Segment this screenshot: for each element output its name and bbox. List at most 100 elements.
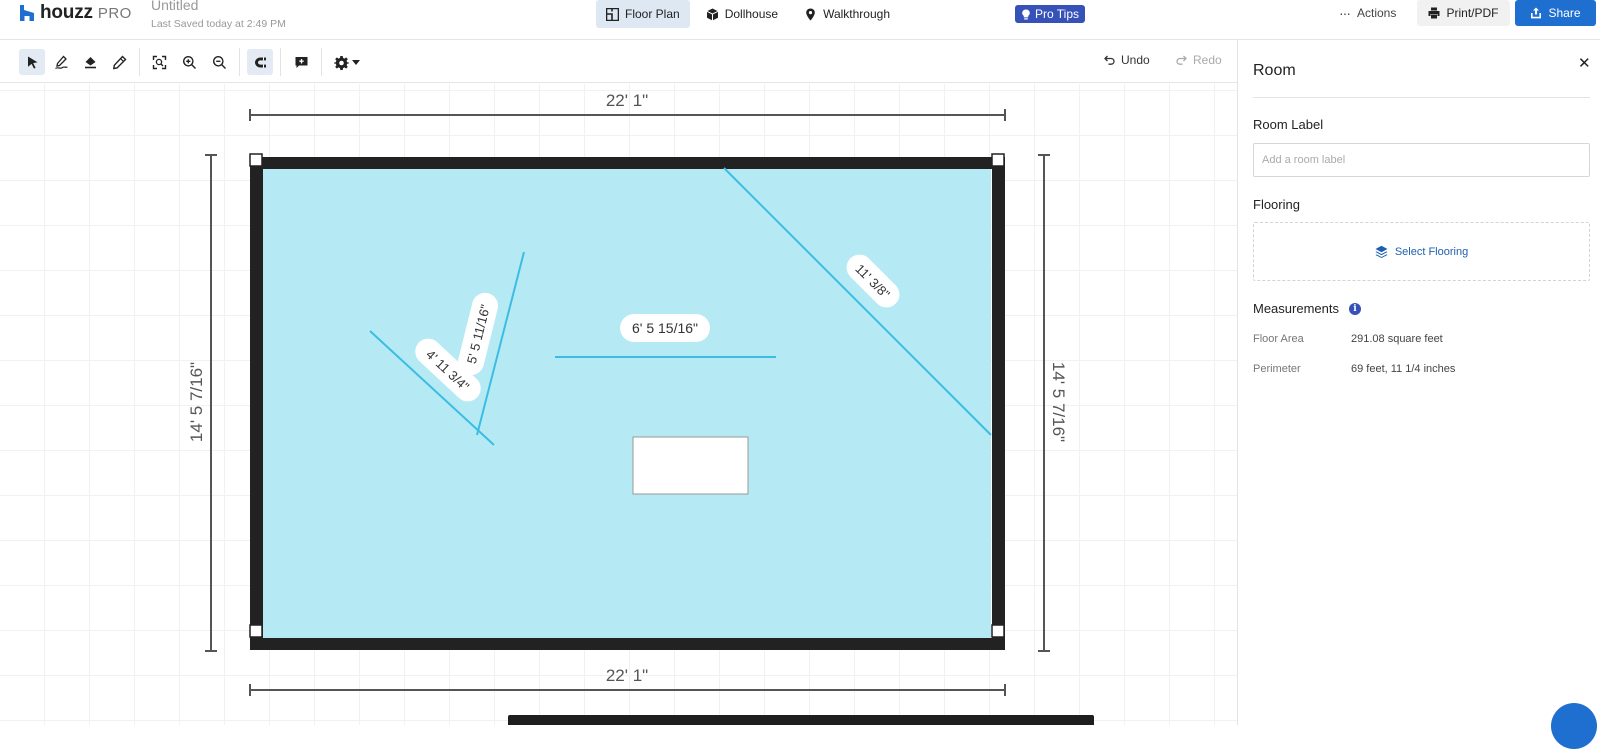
print-pdf-label: Print/PDF bbox=[1446, 6, 1499, 20]
corner-handle[interactable] bbox=[991, 624, 1005, 638]
draw-wall-icon bbox=[54, 55, 68, 69]
help-chat-button[interactable] bbox=[1551, 703, 1597, 749]
dimension-right-label: 14' 5 7/16" bbox=[1049, 362, 1068, 442]
wall-bottom[interactable] bbox=[250, 638, 1005, 650]
tab-floor-plan[interactable]: Floor Plan bbox=[596, 0, 690, 28]
undo-icon bbox=[1104, 55, 1115, 65]
logo-text: houzz bbox=[40, 2, 93, 23]
corner-handle[interactable] bbox=[991, 153, 1005, 167]
dimension-bottom bbox=[249, 684, 1006, 696]
zoom-in-tool[interactable] bbox=[176, 49, 202, 75]
print-pdf-button[interactable]: Print/PDF bbox=[1417, 0, 1510, 26]
panel-title: Room bbox=[1253, 62, 1296, 79]
select-flooring-button[interactable]: Select Flooring bbox=[1253, 222, 1590, 281]
dimension-top-label: 22' 1" bbox=[606, 91, 648, 110]
room-fill[interactable] bbox=[257, 166, 991, 640]
pro-tips-button[interactable]: Pro Tips bbox=[1015, 5, 1086, 23]
printer-icon bbox=[1428, 7, 1440, 19]
dimension-left-label: 14' 5 7/16" bbox=[187, 362, 206, 442]
measure-label-horizontal[interactable]: 6' 5 15/16" bbox=[620, 314, 710, 342]
magnet-snap-icon bbox=[254, 57, 266, 67]
share-button[interactable]: Share bbox=[1515, 0, 1596, 26]
more-dots-icon: ··· bbox=[1339, 5, 1351, 21]
undo-button[interactable]: Undo bbox=[1104, 53, 1150, 67]
zoom-in-icon bbox=[182, 55, 196, 69]
share-label: Share bbox=[1548, 6, 1581, 20]
select-pointer-icon bbox=[27, 56, 37, 69]
measurement-value: 291.08 square feet bbox=[1351, 333, 1443, 345]
add-comment-tool[interactable] bbox=[288, 49, 314, 75]
measurement-key: Perimeter bbox=[1253, 363, 1301, 375]
last-saved-status: Last Saved today at 2:49 PM bbox=[151, 18, 286, 30]
measurements-heading: Measurements i bbox=[1253, 301, 1361, 316]
toolbar-divider bbox=[239, 48, 240, 76]
logo-pro-suffix: PRO bbox=[97, 4, 132, 22]
select-pointer-tool[interactable] bbox=[19, 49, 45, 75]
share-upload-icon bbox=[1531, 7, 1542, 19]
zoom-out-tool[interactable] bbox=[206, 49, 232, 75]
redo-button[interactable]: Redo bbox=[1176, 53, 1222, 67]
add-comment-icon bbox=[295, 56, 307, 68]
houzz-logo[interactable]: houzz PRO bbox=[20, 2, 132, 24]
pencil-icon bbox=[112, 54, 126, 69]
bottom-panel-bar[interactable] bbox=[508, 715, 1094, 725]
houzz-logo-icon bbox=[20, 5, 34, 21]
zoom-out-icon bbox=[212, 55, 226, 69]
panel-divider bbox=[1253, 97, 1590, 98]
close-icon[interactable]: ✕ bbox=[1578, 54, 1591, 72]
fill-room-tool[interactable] bbox=[77, 49, 103, 75]
measurements-heading-label: Measurements bbox=[1253, 301, 1339, 316]
corner-handle[interactable] bbox=[249, 624, 263, 638]
dimension-top bbox=[249, 109, 1006, 121]
lightbulb-icon bbox=[1022, 9, 1030, 19]
settings-gear-icon bbox=[334, 55, 349, 70]
toolbar-divider bbox=[321, 48, 322, 76]
actions-menu-button[interactable]: ··· Actions bbox=[1333, 0, 1402, 26]
fit-view-icon bbox=[152, 55, 166, 69]
wall-right[interactable] bbox=[992, 157, 1005, 650]
toolbar-divider bbox=[139, 48, 140, 76]
room-label-heading: Room Label bbox=[1253, 117, 1324, 132]
redo-label: Redo bbox=[1193, 53, 1222, 67]
magnet-snap-tool[interactable] bbox=[247, 49, 273, 75]
tab-dollhouse-label: Dollhouse bbox=[724, 7, 779, 21]
layers-icon bbox=[1375, 245, 1388, 258]
redo-icon bbox=[1176, 55, 1187, 65]
fill-room-icon bbox=[84, 56, 96, 68]
wall-top[interactable] bbox=[250, 157, 1005, 169]
pro-tips-label: Pro Tips bbox=[1035, 7, 1080, 21]
room-label-input[interactable] bbox=[1253, 143, 1590, 177]
measurement-row: Floor Area 291.08 square feet bbox=[1253, 333, 1443, 345]
corner-handle[interactable] bbox=[249, 153, 263, 167]
measurement-value: 69 feet, 11 1/4 inches bbox=[1351, 363, 1456, 375]
flooring-heading: Flooring bbox=[1253, 197, 1300, 212]
document-title[interactable]: Untitled bbox=[151, 0, 198, 13]
tab-walkthrough-label: Walkthrough bbox=[823, 7, 890, 21]
location-pin-icon bbox=[806, 8, 815, 20]
measure-label-horizontal-text: 6' 5 15/16" bbox=[632, 320, 698, 336]
dimension-right bbox=[1038, 154, 1050, 652]
select-flooring-label: Select Flooring bbox=[1394, 245, 1469, 258]
wall-left[interactable] bbox=[250, 157, 263, 650]
info-icon[interactable]: i bbox=[1348, 302, 1361, 315]
draw-wall-tool[interactable] bbox=[48, 49, 74, 75]
fit-view-tool[interactable] bbox=[146, 49, 172, 75]
tab-dollhouse[interactable]: Dollhouse bbox=[696, 0, 788, 28]
measurement-row: Perimeter 69 feet, 11 1/4 inches bbox=[1253, 363, 1455, 375]
settings-menu-tool[interactable] bbox=[330, 49, 364, 75]
room-object[interactable] bbox=[632, 436, 749, 495]
undo-label: Undo bbox=[1121, 53, 1150, 67]
room-properties-panel: Room ✕ Room Label Flooring Select Floori… bbox=[1237, 40, 1600, 749]
floor-plan-svg: 22' 1" 22' 1" 14' 5 7/16" 14' 5 7/16" 6'… bbox=[187, 91, 1068, 696]
chevron-down-icon bbox=[352, 59, 360, 65]
actions-label: Actions bbox=[1357, 6, 1397, 20]
measurement-key: Floor Area bbox=[1253, 333, 1304, 345]
cube-icon bbox=[706, 8, 718, 20]
view-tabs: Floor Plan Dollhouse Walkthrough bbox=[596, 0, 900, 28]
pencil-tool[interactable] bbox=[106, 49, 132, 75]
top-bar: houzz PRO Untitled Last Saved today at 2… bbox=[0, 0, 1600, 40]
floor-plan-canvas[interactable]: 22' 1" 22' 1" 14' 5 7/16" 14' 5 7/16" 6'… bbox=[0, 84, 1237, 725]
dimension-bottom-label: 22' 1" bbox=[606, 666, 648, 685]
tab-walkthrough[interactable]: Walkthrough bbox=[794, 0, 900, 28]
drawing-toolbar: Undo Redo bbox=[0, 40, 1237, 83]
